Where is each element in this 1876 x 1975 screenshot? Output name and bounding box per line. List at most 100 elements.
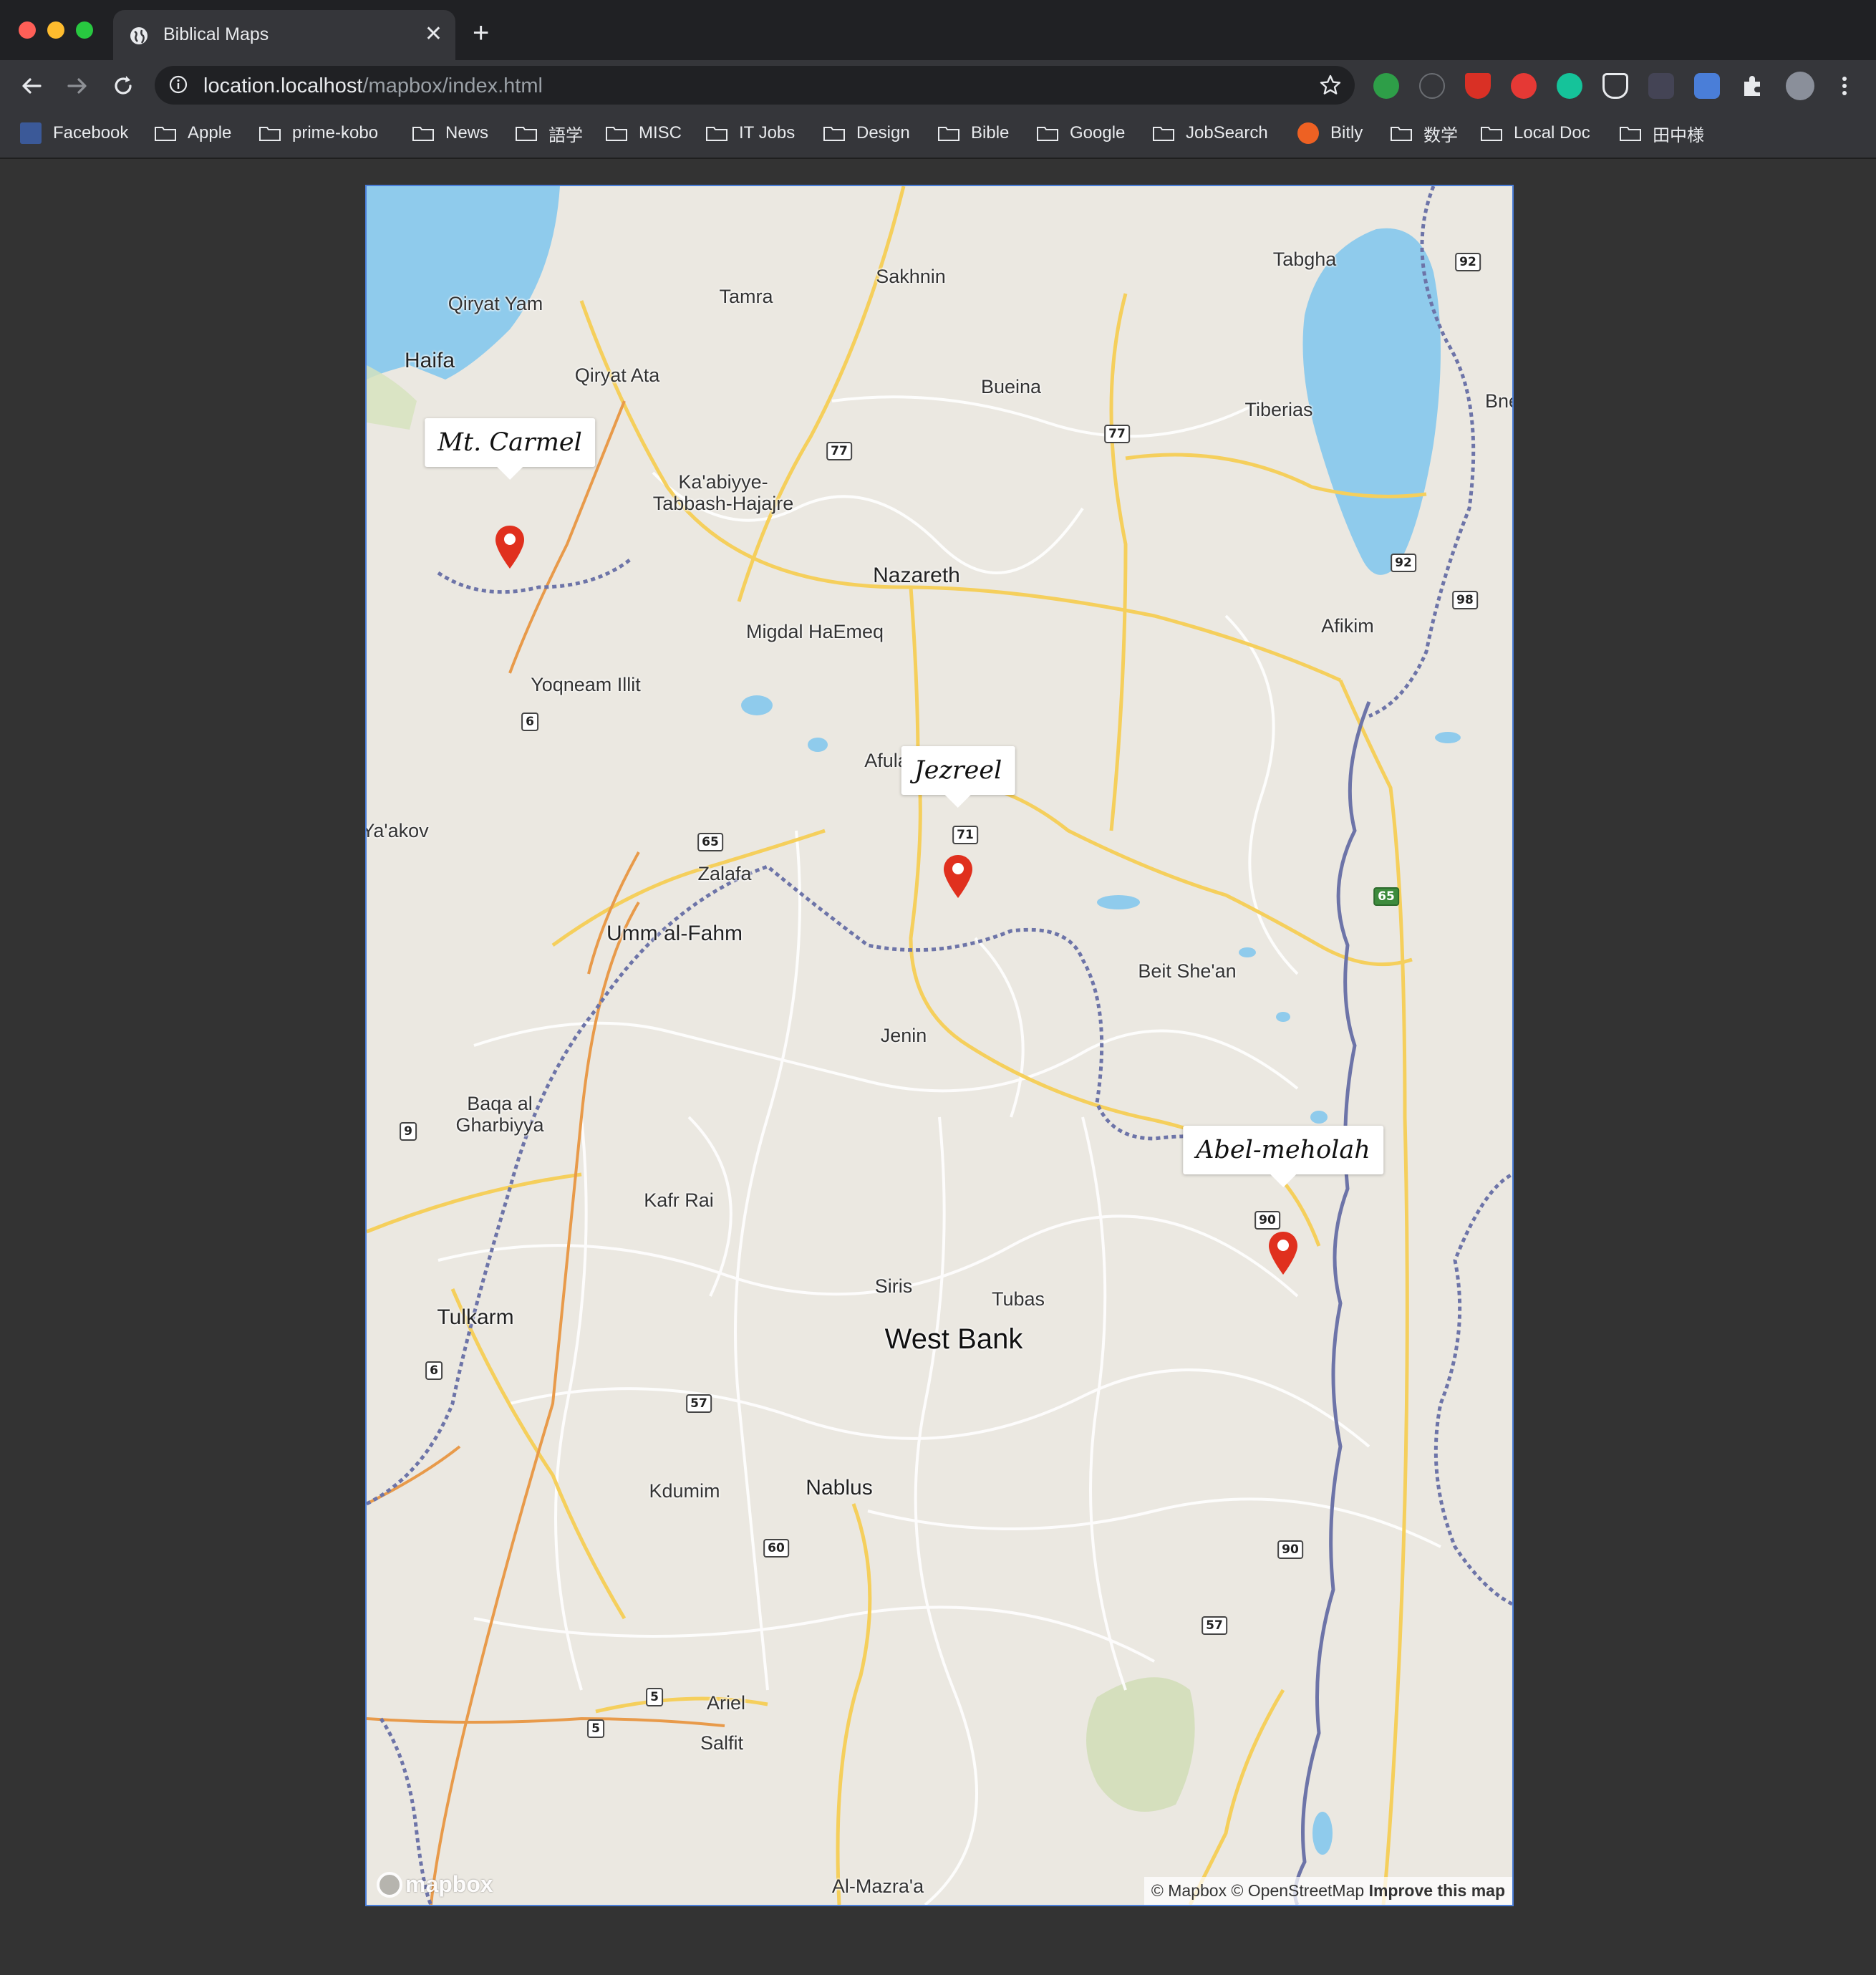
place-label: Ka'abiyye- Tabbash-Hajajre	[652, 471, 794, 514]
popup-mt-carmel[interactable]: Mt. Carmel	[425, 418, 595, 480]
new-tab-button[interactable]: +	[473, 19, 489, 47]
minimize-window-button[interactable]	[47, 21, 64, 39]
lake	[1312, 1812, 1333, 1855]
bookmark-folder-news[interactable]: News	[412, 120, 488, 146]
bookmark-folder-prime-kobo[interactable]: prime-kobo	[259, 120, 378, 146]
bookmark-star-icon[interactable]	[1319, 74, 1342, 97]
map-canvas[interactable]: Haifa Qiryat Yam Qiryat Ata Tamra Sakhni…	[365, 185, 1514, 1906]
extensions-puzzle-icon[interactable]	[1740, 73, 1766, 99]
ublock-shield-icon[interactable]	[1465, 73, 1491, 99]
place-label: Bueina	[980, 376, 1042, 397]
menu-dots-icon[interactable]	[1832, 73, 1857, 99]
tab-biblical-maps[interactable]: Biblical Maps ✕	[113, 10, 455, 60]
bookmark-label: Apple	[188, 123, 232, 143]
road-shield: 98	[1452, 591, 1478, 609]
road-shield: 92	[1455, 253, 1481, 271]
bookmark-folder-bible[interactable]: Bible	[938, 120, 1009, 146]
popup-abel-meholah[interactable]: Abel-meholah	[1183, 1126, 1383, 1187]
place-label: Beit She'an	[1138, 960, 1237, 982]
folder-icon	[706, 127, 727, 141]
adblock-hand-icon[interactable]	[1511, 73, 1537, 99]
bookmark-label: Facebook	[53, 123, 129, 143]
bookmark-folder-google[interactable]: Google	[1037, 120, 1125, 146]
place-label: Yoqneam Illit	[531, 674, 641, 695]
bookmark-folder-sugaku[interactable]: 数学	[1391, 120, 1458, 146]
bookmark-folder-it-jobs[interactable]: IT Jobs	[706, 120, 795, 146]
bookmark-folder-jobsearch[interactable]: JobSearch	[1153, 120, 1268, 146]
road-shield: 60	[763, 1539, 789, 1558]
lake	[1239, 947, 1256, 957]
mapbox-logo-text: mapbox	[405, 1871, 493, 1897]
bitly-icon	[1297, 122, 1319, 144]
road-shield: 77	[1104, 425, 1130, 443]
bookmark-label: 数学	[1423, 125, 1458, 145]
bookmark-label: Local Doc	[1514, 123, 1590, 143]
road-shield: 90	[1277, 1540, 1303, 1559]
folder-icon	[412, 127, 434, 141]
bookmark-label: IT Jobs	[739, 123, 796, 143]
popup-jezreel[interactable]: Jezreel	[901, 746, 1015, 808]
bookmark-folder-design[interactable]: Design	[823, 120, 910, 146]
map-pin-icon[interactable]	[1267, 1230, 1300, 1276]
map-attribution: © Mapbox © OpenStreetMap Improve this ma…	[1144, 1877, 1512, 1905]
lake	[1097, 895, 1140, 909]
improve-map-link[interactable]: Improve this map	[1369, 1881, 1505, 1900]
reload-icon[interactable]	[109, 72, 137, 100]
sea-of-galilee	[1302, 228, 1441, 575]
bookmark-facebook[interactable]: Facebook	[20, 120, 128, 146]
place-label: Kafr Rai	[644, 1189, 714, 1211]
url-path: /mapbox/index.html	[362, 74, 543, 97]
bookmark-folder-apple[interactable]: Apple	[155, 120, 231, 146]
globe-icon	[130, 27, 148, 44]
place-label: Nablus	[806, 1476, 873, 1500]
back-arrow-icon[interactable]	[17, 72, 46, 100]
lake	[808, 738, 828, 752]
screenshot-extension-icon[interactable]	[1648, 73, 1674, 99]
road-shield: 9	[400, 1122, 417, 1141]
extension-info-icon[interactable]	[1419, 73, 1445, 99]
jordan-river	[1293, 701, 1371, 1905]
forward-arrow-icon[interactable]	[63, 72, 92, 100]
park-area	[1086, 1677, 1195, 1812]
folder-icon	[1391, 127, 1412, 141]
road-shield: 65	[697, 833, 723, 851]
bookmark-folder-local-doc[interactable]: Local Doc	[1481, 120, 1590, 146]
place-label: Tiberias	[1244, 399, 1313, 420]
info-icon[interactable]	[169, 75, 188, 94]
lake	[1276, 1012, 1290, 1022]
profile-avatar[interactable]	[1786, 72, 1814, 100]
tab-close-icon[interactable]: ✕	[425, 21, 443, 47]
bookmark-folder-gogaku[interactable]: 語学	[516, 120, 583, 146]
bookmark-folder-tanaka[interactable]: 田中様	[1620, 120, 1704, 146]
bookmark-bitly[interactable]: Bitly	[1297, 120, 1363, 146]
place-label: Ariel	[706, 1692, 746, 1714]
bookmark-label: Google	[1070, 123, 1126, 143]
map-pin-icon[interactable]	[942, 854, 975, 899]
mapbox-logo[interactable]: mapbox	[377, 1871, 493, 1898]
place-label: Zalafa	[697, 863, 752, 884]
google-translate-icon[interactable]	[1694, 73, 1720, 99]
grammarly-icon[interactable]	[1557, 73, 1582, 99]
evernote-icon[interactable]	[1373, 73, 1399, 99]
folder-icon	[155, 127, 176, 141]
map-pin-icon[interactable]	[493, 524, 526, 570]
place-label: Al-Mazra'a	[831, 1875, 924, 1897]
place-label: Siris	[874, 1275, 913, 1297]
address-bar[interactable]: location.localhost/mapbox/index.html	[155, 66, 1355, 105]
tab-title: Biblical Maps	[163, 24, 269, 44]
road-shield: 90	[1254, 1211, 1280, 1230]
url-text: location.localhost/mapbox/index.html	[203, 74, 543, 98]
pocket-icon[interactable]	[1602, 73, 1628, 99]
folder-icon	[516, 127, 537, 141]
place-label: Sakhnin	[876, 266, 946, 287]
folder-icon	[1153, 127, 1174, 141]
url-host: location.localhost	[203, 74, 363, 97]
place-label: Umm al-Fahm	[606, 922, 743, 945]
bookmark-folder-misc[interactable]: MISC	[606, 120, 682, 146]
maximize-window-button[interactable]	[76, 21, 93, 39]
attribution-link[interactable]: © Mapbox © OpenStreetMap	[1151, 1881, 1364, 1900]
bookmark-label: 語学	[548, 125, 583, 145]
close-window-button[interactable]	[19, 21, 36, 39]
place-label: Migdal HaEmeq	[745, 621, 884, 642]
bookmark-label: 田中様	[1653, 125, 1704, 145]
